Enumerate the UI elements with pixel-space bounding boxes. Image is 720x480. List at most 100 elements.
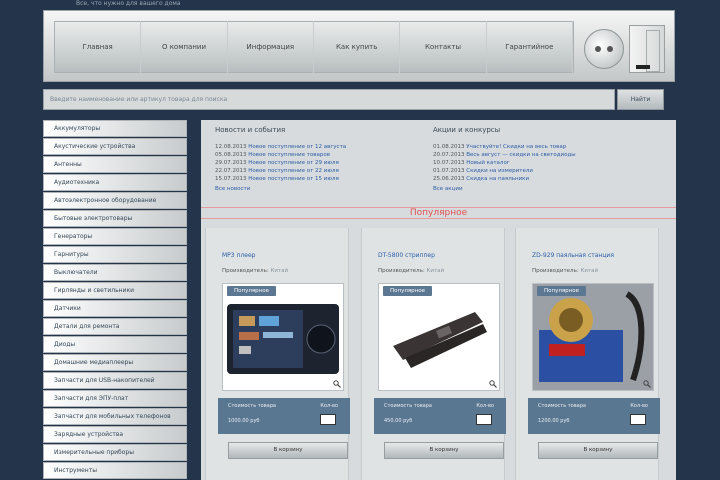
add-to-cart-button[interactable]: В корзину [384, 442, 504, 459]
category-sidebar: Аккумуляторы Акустические устройства Ант… [43, 120, 187, 480]
news-date: 15.07.2013 [215, 176, 247, 182]
nav-item-home[interactable]: Главная [55, 21, 142, 73]
news-item[interactable]: 12.08.2013 Новое поступление от 12 авгус… [215, 143, 346, 151]
nav-bar: Главная О компании Информация Как купить… [54, 21, 574, 73]
maker-value: Китай [580, 268, 599, 274]
sidebar-item[interactable]: Акустические устройства [43, 138, 187, 155]
promo-date: 01.07.2013 [433, 168, 465, 174]
news-link[interactable]: Новое поступление от 29 июля [248, 160, 339, 166]
news-link[interactable]: Новое поступление от 12 августа [248, 144, 346, 150]
promo-link[interactable]: Участвуйте! Скидки на весь товар [466, 144, 566, 150]
main-content: Новости и события 12.08.2013 Новое посту… [201, 120, 676, 480]
popular-tag: Популярное [537, 286, 587, 296]
news-item[interactable]: 15.07.2013 Новое поступление от 15 июля [215, 175, 346, 183]
news-link[interactable]: Новое поступление от 15 июля [248, 176, 339, 182]
decor-bar [636, 65, 650, 69]
nav-item-info[interactable]: Информация [228, 21, 314, 73]
news-link[interactable]: Новое поступление товаров [248, 152, 330, 158]
news-title: Новости и события [215, 126, 286, 134]
promo-link[interactable]: Весь август — скидки на светодиоды [466, 152, 575, 158]
zoom-icon[interactable] [489, 380, 497, 388]
popular-tag: Популярное [383, 286, 433, 296]
sidebar-item[interactable]: Запчасти для USB-накопителей [43, 372, 187, 389]
add-to-cart-button[interactable]: В корзину [538, 442, 658, 459]
quantity-field[interactable] [320, 414, 336, 425]
search-input[interactable]: Введите наименование или артикул товара … [43, 89, 615, 110]
soldering-station-image [533, 284, 653, 390]
maker-label: Производитель: [222, 268, 269, 274]
sidebar-item[interactable]: Измерительные приборы [43, 444, 187, 461]
sidebar-item[interactable]: Бытовые электротовары [43, 210, 187, 227]
sidebar-item[interactable]: Запчасти для мобильных телефонов [43, 408, 187, 425]
price-label: Стоимость товара [384, 403, 432, 409]
product-card: ZD-929 паяльная станция Производитель: К… [515, 228, 660, 480]
nav-item-warranty[interactable]: Гарантийное [487, 21, 573, 73]
promo-title: Акции и конкурсы [433, 126, 501, 134]
nav-item-contacts[interactable]: Контакты [400, 21, 487, 73]
news-more-link[interactable]: Все новости [215, 186, 346, 192]
product-name-link[interactable]: MP3 плеер [222, 252, 255, 259]
product-name-link[interactable]: ZD-929 паяльная станция [532, 252, 614, 259]
site-tagline: Все, что нужно для вашего дома [76, 0, 181, 7]
promo-link[interactable]: Скидки на измерители [466, 168, 533, 174]
promo-column: Акции и конкурсы 01.08.2013 Участвуйте! … [433, 126, 576, 192]
price-value: 1000.00 руб [228, 418, 260, 424]
search-button[interactable]: Найти [617, 89, 664, 110]
sidebar-item[interactable]: Диоды [43, 336, 187, 353]
sidebar-item[interactable]: Аккумуляторы [43, 120, 187, 137]
product-card: MP3 плеер Производитель: Китай Популярно… [205, 228, 350, 480]
price-value: 1200.00 руб [538, 418, 570, 424]
promo-item[interactable]: 25.06.2013 Скидка на паяльники [433, 175, 576, 183]
add-to-cart-button[interactable]: В корзину [228, 442, 348, 459]
promo-date: 01.08.2013 [433, 144, 465, 150]
product-name-link[interactable]: DT-5800 стриппер [378, 252, 435, 259]
sidebar-item[interactable]: Автоэлектронное оборудование [43, 192, 187, 209]
qty-label: Кол-во [476, 403, 494, 409]
popular-tag: Популярное [227, 286, 277, 296]
sidebar-item[interactable]: Генераторы [43, 228, 187, 245]
news-date: 05.08.2013 [215, 152, 247, 158]
product-card: DT-5800 стриппер Производитель: Китай По… [361, 228, 506, 480]
product-image[interactable]: Популярное [378, 283, 500, 391]
sidebar-item[interactable]: Гарнитуры [43, 246, 187, 263]
maker-value: Китай [426, 268, 445, 274]
promo-item[interactable]: 20.07.2013 Весь август — скидки на свето… [433, 151, 576, 159]
sidebar-item[interactable]: Выключатели [43, 264, 187, 281]
nav-item-how-to-buy[interactable]: Как купить [314, 21, 401, 73]
promo-date: 25.06.2013 [433, 176, 465, 182]
news-item[interactable]: 22.07.2013 Новое поступление от 22 июля [215, 167, 346, 175]
wire-stripper-image [393, 312, 487, 368]
product-image[interactable]: Популярное [222, 283, 344, 391]
mp3-player-image [227, 304, 339, 374]
zoom-icon[interactable] [643, 380, 651, 388]
news-item[interactable]: 05.08.2013 Новое поступление товаров [215, 151, 346, 159]
maker-label: Производитель: [378, 268, 425, 274]
news-date: 12.08.2013 [215, 144, 247, 150]
news-item[interactable]: 29.07.2013 Новое поступление от 29 июля [215, 159, 346, 167]
sidebar-item[interactable]: Датчики [43, 300, 187, 317]
promo-date: 20.07.2013 [433, 152, 465, 158]
promo-link[interactable]: Новый каталог [466, 160, 509, 166]
sidebar-item[interactable]: Антенны [43, 156, 187, 173]
nav-item-about[interactable]: О компании [141, 21, 228, 73]
product-maker: Производитель: Китай [532, 268, 598, 274]
sidebar-item[interactable]: Гирлянды и светильники [43, 282, 187, 299]
promo-item[interactable]: 01.08.2013 Участвуйте! Скидки на весь то… [433, 143, 576, 151]
promo-item[interactable]: 10.07.2013 Новый каталог [433, 159, 576, 167]
zoom-icon[interactable] [333, 380, 341, 388]
product-image[interactable]: Популярное [532, 283, 654, 391]
promo-more-link[interactable]: Все акции [433, 186, 576, 192]
sidebar-item[interactable]: Домашние медиаплееры [43, 354, 187, 371]
promo-link[interactable]: Скидка на паяльники [466, 176, 529, 182]
news-link[interactable]: Новое поступление от 22 июля [248, 168, 339, 174]
sidebar-item[interactable]: Детали для ремонта [43, 318, 187, 335]
product-maker: Производитель: Китай [378, 268, 444, 274]
news-date: 29.07.2013 [215, 160, 247, 166]
promo-item[interactable]: 01.07.2013 Скидки на измерители [433, 167, 576, 175]
sidebar-item[interactable]: Аудиотехника [43, 174, 187, 191]
quantity-field[interactable] [476, 414, 492, 425]
quantity-field[interactable] [630, 414, 646, 425]
sidebar-item[interactable]: Инструменты [43, 462, 187, 479]
sidebar-item[interactable]: Запчасти для ЭПУ-плат [43, 390, 187, 407]
sidebar-item[interactable]: Зарядные устройства [43, 426, 187, 443]
